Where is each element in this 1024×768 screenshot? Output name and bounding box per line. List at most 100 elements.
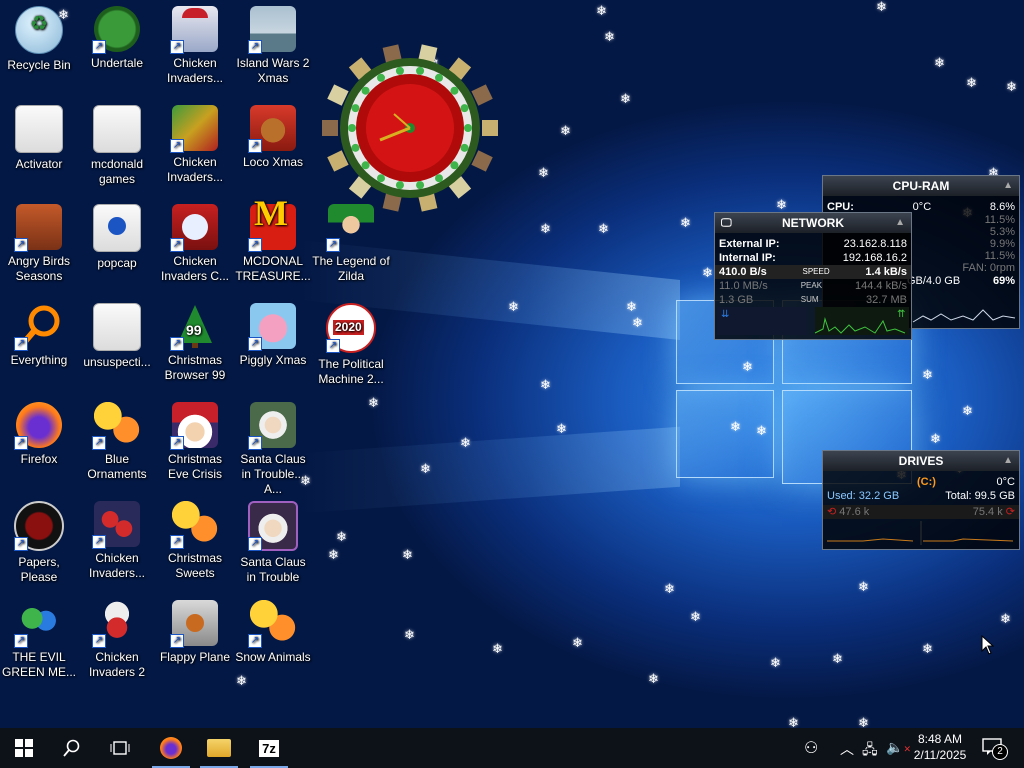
desktop-icon-papers-please[interactable]: ↗ Papers, Please [0,495,78,591]
desktop-icon-piggly-xmas[interactable]: ↗ Piggly Xmas [234,297,312,393]
collapse-icon[interactable]: ▲ [1003,176,1013,196]
snowflake-icon: ❄ [632,315,643,330]
icon-label: Angry Birds Seasons [7,254,71,283]
snowflake-icon: ❄ [1000,611,1011,626]
taskbar-7zip[interactable]: 7z [246,728,292,768]
desktop-icon-island-wars[interactable]: ↗ Island Wars 2 Xmas [234,0,312,96]
drives-title-bar: DRIVES ▲ [823,451,1019,471]
shortcut-arrow-icon: ↗ [248,139,262,153]
people-icon[interactable]: ⚇ [804,738,818,758]
desktop-icon-everything[interactable]: ↗ Everything [0,297,78,393]
desktop-icon-chicken-invaders-easter[interactable]: ↗ Chicken Invaders... [156,99,234,195]
chicken-invaders-icon: ↗ [170,105,218,153]
svg-text:⇈: ⇈ [897,309,905,320]
search-button[interactable] [48,728,96,768]
desktop-icon-chicken-invaders-2[interactable]: ↗ Chicken Invaders 2 [78,594,156,690]
desktop-icon-mcdonald-games[interactable]: mcdonald games [78,99,156,195]
clock[interactable]: 8:48 AM 2/11/2025 [908,731,972,763]
wreath-bulb-icon [435,73,443,82]
upload-peak: 144.4 kB/s [855,280,907,292]
desktop-icon-chicken-invaders-5[interactable]: ↗ Chicken Invaders... [78,495,156,591]
wallpaper-beam [300,426,680,514]
desktop-icon-activator[interactable]: Activator [0,99,78,195]
wreath-bulb-icon [395,181,404,190]
external-ip-label: External IP: [719,238,780,250]
icon-label: Snow Animals [235,650,311,664]
wreath-clock-gadget[interactable] [310,40,510,220]
taskbar-firefox[interactable] [148,728,194,768]
snowflake-icon: ❄ [596,3,607,18]
shortcut-arrow-icon: ↗ [248,634,262,648]
snowflake-icon: ❄ [420,461,431,476]
drives-gadget[interactable]: DRIVES ▲ (C:) 0°C Used: 32.2 GB Total: 9… [822,450,1020,550]
shortcut-arrow-icon: ↗ [92,40,106,54]
snowflake-icon: ❄ [328,547,339,562]
political-machine-badge: 2020 [333,320,364,335]
wreath-bulb-icon [450,161,459,170]
icon-label: Chicken Invaders... [166,56,224,85]
network-graph: ⇊ ⇈ [717,307,909,335]
chevron-up-icon[interactable]: ︿ [840,739,854,759]
icon-label: Everything [10,353,68,367]
magnifier-icon: ↗ [14,303,62,351]
desktop-icon-chicken-invaders-xmas[interactable]: ↗ Chicken Invaders... [156,0,234,96]
wreath-bulb-icon [460,104,469,113]
taskbar-file-explorer[interactable] [196,728,242,768]
desktop-icon-blue-ornaments[interactable]: ↗ Blue Ornaments [78,396,156,492]
network-gadget[interactable]: 🖵 NETWORK ▲ External IP: 23.162.8.118 In… [714,212,912,340]
desktop-icon-mcdonald-treasure[interactable]: M ↗ MCDONAL TREASURE... [234,195,312,294]
action-center-button[interactable]: 2 [982,738,1008,760]
desktop-icon-undertale[interactable]: ↗ Undertale [78,0,156,96]
desktop-icon-christmas-browser[interactable]: 99 ↗ Christmas Browser 99 [156,297,234,393]
shortcut-arrow-icon: ↗ [326,238,340,252]
icon-label: Chicken Invaders C... [160,254,230,283]
desktop-icon-recycle-bin[interactable]: ♻ Recycle Bin [0,0,78,96]
7zip-icon: 7z [259,739,279,757]
desktop-icon-popcap[interactable]: popcap [78,198,156,294]
drive-graph [827,521,1014,545]
political-machine-icon: 2020 ↗ [326,303,376,353]
snow-animals-icon: ↗ [248,600,296,648]
start-button[interactable] [0,728,48,768]
desktop-icon-firefox[interactable]: ↗ Firefox [0,396,78,492]
snowflake-icon: ❄ [648,671,659,686]
shortcut-arrow-icon: ↗ [170,40,184,54]
collapse-icon[interactable]: ▲ [895,213,905,233]
christmas-tree-icon: 99 ↗ [170,303,218,351]
island-wars-icon: ↗ [248,6,296,54]
shortcut-arrow-icon: ↗ [14,537,28,551]
drive-temp: 0°C [996,476,1015,488]
shortcut-arrow-icon: ↗ [248,337,262,351]
desktop-icon-flappy-plane[interactable]: ↗ Flappy Plane [156,594,234,690]
desktop-icon-unsuspecting[interactable]: unsuspecti... [78,297,156,393]
desktop-icon-loco-xmas[interactable]: ↗ Loco Xmas [234,99,312,195]
desktop-icon-evil-green-messenger[interactable]: ↗ THE EVIL GREEN ME... [0,594,78,690]
icon-label: Firefox [20,452,58,466]
undertale-icon: ↗ [92,6,140,54]
task-view-button[interactable] [96,728,144,768]
wreath-clock-icon [322,44,498,212]
svg-text:⇊: ⇊ [721,309,729,320]
speed-row: 410.0 B/s SPEED 1.4 kB/s [715,265,911,279]
desktop-icon-political-machine[interactable]: 2020 ↗ The Political Machine 2... [312,297,390,393]
snowflake-icon: ❄ [922,367,933,382]
desktop-icon-santa-claus-trouble[interactable]: ↗ Santa Claus in Trouble [234,495,312,591]
desktop-icon-christmas-eve-crisis[interactable]: ↗ Christmas Eve Crisis [156,396,234,492]
task-view-icon [110,741,130,755]
snowflake-icon: ❄ [770,655,781,670]
recycle-bin-icon: ♻ [15,6,63,54]
desktop-icon-angry-birds[interactable]: ↗ Angry Birds Seasons [0,198,78,294]
desktop-icon-chicken-invaders-christmas[interactable]: ↗ Chicken Invaders C... [156,198,234,294]
desktop-icon-santa-claus-trouble-again[interactable]: ↗ Santa Claus in Trouble... A... [234,396,312,496]
drive-usage-row: Used: 32.2 GB Total: 99.5 GB [823,489,1019,503]
wreath-bulb-icon [464,124,472,132]
snowflake-icon: ❄ [664,581,675,596]
network-status-icon[interactable]: 🖧 [862,739,878,763]
chicken-invaders-icon: ↗ [170,6,218,54]
desktop-icon-snow-animals[interactable]: ↗ Snow Animals [234,594,312,690]
shortcut-arrow-icon: ↗ [170,238,184,252]
desktop-icon-christmas-sweets[interactable]: ↗ Christmas Sweets [156,495,234,591]
collapse-icon[interactable]: ▲ [1003,451,1013,471]
external-ip-row: External IP: 23.162.8.118 [715,237,911,251]
shortcut-arrow-icon: ↗ [170,337,184,351]
